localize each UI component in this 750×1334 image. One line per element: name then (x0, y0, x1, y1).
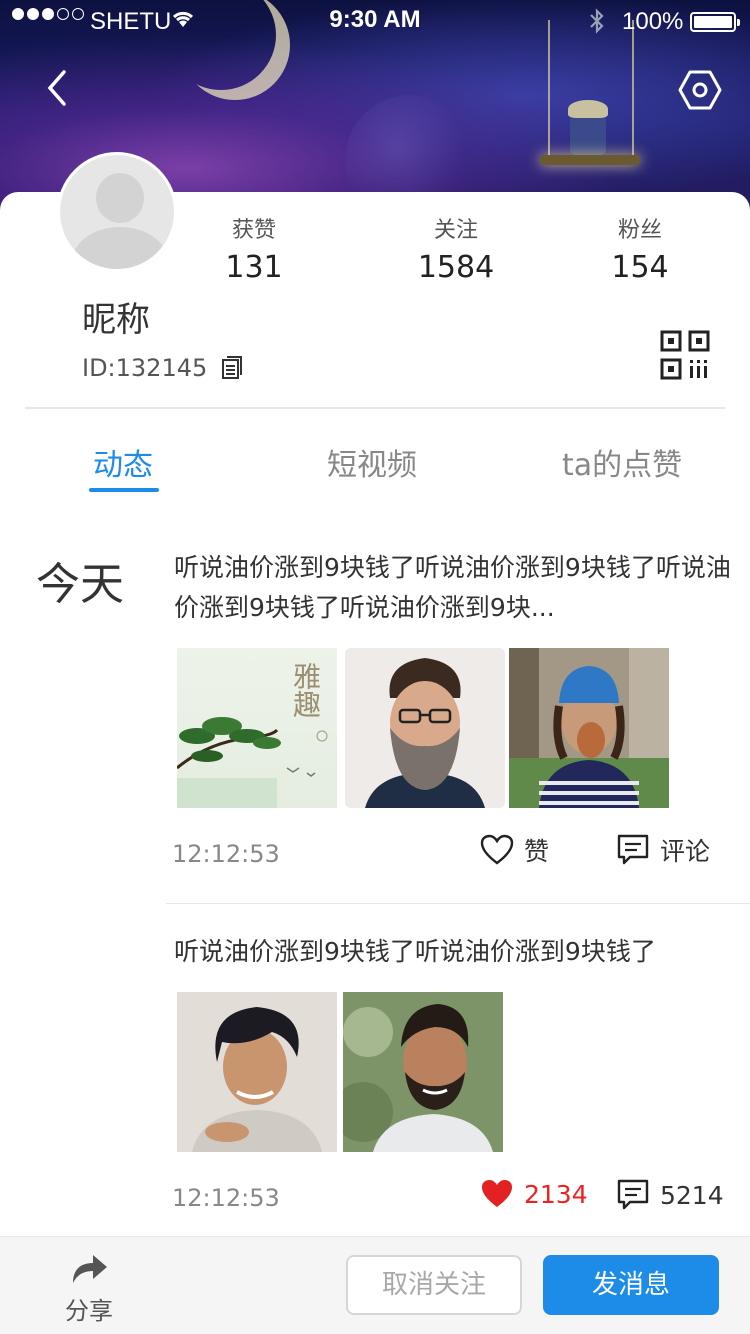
share-label: 分享 (65, 1297, 113, 1325)
stat-label: 粉丝 (617, 218, 662, 243)
bluetooth-icon (588, 7, 606, 41)
settings-button[interactable] (678, 68, 722, 112)
heart-outline-icon (480, 834, 514, 865)
profile-id: ID:132145 (82, 354, 243, 382)
like-label: 赞 (524, 837, 550, 866)
feed-day-label: 今天 (36, 559, 124, 610)
tab-short-videos[interactable]: 短视频 (327, 440, 417, 484)
settings-hexagon-icon (678, 70, 722, 110)
battery-percentage: 100% (622, 8, 684, 35)
comment-icon (617, 834, 649, 865)
stat-label: 获赞 (231, 218, 276, 243)
post-image-smiling-man[interactable] (343, 992, 503, 1152)
chevron-left-icon (47, 70, 66, 106)
tab-moments[interactable]: 动态 (93, 440, 153, 484)
share-button[interactable]: 分享 (56, 1251, 122, 1326)
qr-code-icon[interactable] (660, 330, 710, 380)
cover-swing-seat (540, 155, 640, 165)
ink-painting-caption: 雅趣 (289, 662, 322, 718)
stat-label: 关注 (433, 218, 478, 243)
share-arrow-icon (73, 1255, 107, 1283)
comment-icon (617, 1179, 649, 1210)
comment-button[interactable]: 评论 (616, 832, 710, 868)
post-timestamp: 12:12:53 (172, 840, 280, 868)
like-button[interactable]: 2134 (480, 1178, 588, 1210)
back-button[interactable] (40, 68, 76, 108)
battery-icon (690, 12, 740, 32)
post-timestamp: 12:12:53 (172, 1184, 280, 1212)
post-image-girl-blue-beanie[interactable] (509, 648, 669, 808)
profile-nickname: 昵称 (82, 300, 150, 340)
profile-divider (25, 407, 725, 409)
send-message-button[interactable]: 发消息 (543, 1255, 719, 1315)
copy-icon[interactable] (221, 356, 243, 380)
stat-value: 131 (225, 250, 283, 285)
like-button[interactable]: 赞 (480, 832, 549, 868)
comment-count: 5214 (660, 1180, 724, 1210)
cover-figure-hat (568, 100, 608, 118)
heart-filled-icon (482, 1180, 512, 1207)
stat-likes[interactable]: 获赞 131 (214, 212, 294, 285)
comment-label: 评论 (660, 837, 711, 866)
post-image-young-man[interactable] (177, 992, 337, 1152)
profile-id-text: ID:132145 (82, 354, 208, 382)
post-text[interactable]: 听说油价涨到9块钱了听说油价涨到9块钱了听说油价涨到9块钱了听说油价涨到9块..… (174, 548, 734, 630)
bottom-action-bar: 分享 取消关注 发消息 (0, 1236, 750, 1334)
stat-value: 154 (611, 250, 669, 285)
like-count: 2134 (524, 1179, 588, 1209)
post-text[interactable]: 听说油价涨到9块钱了听说油价涨到9块钱了 (174, 932, 734, 972)
stat-value: 1584 (417, 250, 495, 285)
stat-followers[interactable]: 粉丝 154 (600, 212, 680, 285)
status-bar: SHETU 9:30 AM 100% (0, 0, 750, 44)
unfollow-button[interactable]: 取消关注 (346, 1255, 522, 1315)
active-tab-indicator (89, 488, 159, 492)
avatar[interactable] (57, 152, 177, 272)
stat-following[interactable]: 关注 1584 (406, 212, 506, 285)
post-image-bearded-man[interactable] (345, 648, 505, 808)
post-divider (166, 903, 750, 904)
tab-their-likes[interactable]: ta的点赞 (562, 440, 682, 484)
post-image-ink-painting[interactable]: 雅趣 (177, 648, 337, 808)
comment-button[interactable]: 5214 (616, 1178, 724, 1212)
